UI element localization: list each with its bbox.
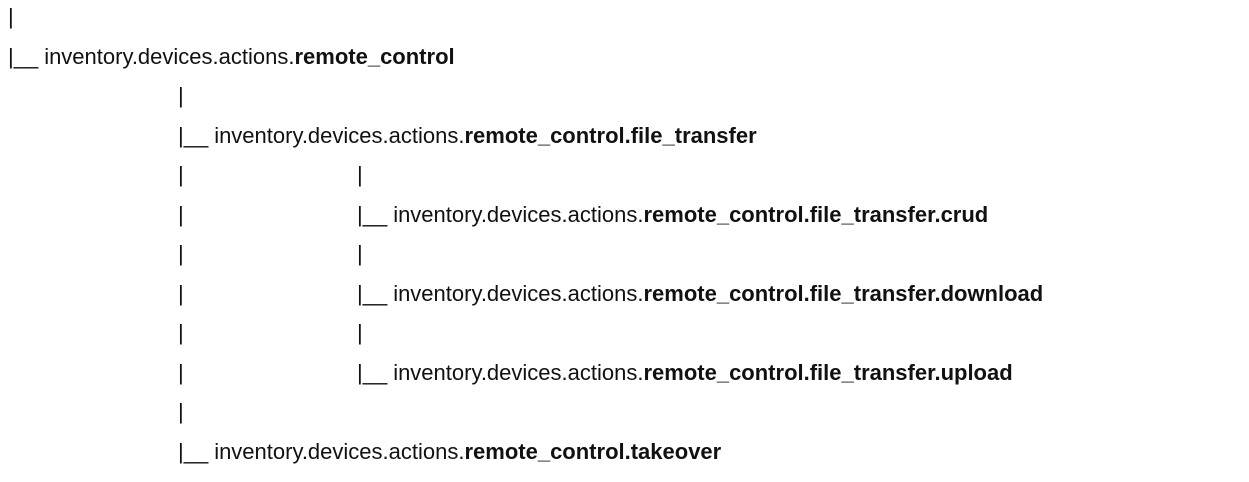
tree-connector-branch: |__ <box>357 280 388 306</box>
tree-connector-branch: |__ <box>357 359 388 385</box>
tree-connector-branch: |__ <box>178 438 209 464</box>
node-name: remote_control.takeover <box>464 438 722 464</box>
node-name: remote_control.file_transfer.crud <box>643 201 989 227</box>
tree-connector-bar: | <box>178 201 184 227</box>
tree-connector-bar: | <box>357 320 363 345</box>
tree-node: |__ inventory.devices.actions.remote_cont… <box>357 202 988 228</box>
tree-connector-bar: | <box>8 4 14 29</box>
tree-connector-bar: | <box>357 241 363 266</box>
tree-node: |__ inventory.devices.actions.remote_cont… <box>178 123 757 149</box>
tree-connector-branch: |__ <box>357 201 388 227</box>
node-prefix: inventory.devices.actions. <box>214 122 465 148</box>
tree-connector-bar: | <box>178 399 184 424</box>
tree-connector-bar: | <box>178 162 184 187</box>
node-name: remote_control.file_transfer.download <box>643 280 1044 306</box>
tree-connector-bar: | <box>178 320 184 345</box>
node-prefix: inventory.devices.actions. <box>393 359 644 385</box>
node-prefix: inventory.devices.actions. <box>393 280 644 306</box>
tree-node: |__ inventory.devices.actions.remote_cont… <box>357 360 1013 386</box>
node-prefix: inventory.devices.actions. <box>44 43 295 69</box>
node-name: remote_control.file_transfer.upload <box>643 359 1013 385</box>
tree-node: |__ inventory.devices.actions.remote_cont… <box>357 281 1043 307</box>
tree-connector-bar: | <box>178 280 184 306</box>
tree-node: |__ inventory.devices.actions.remote_cont… <box>8 44 455 70</box>
tree-connector-bar: | <box>178 83 184 108</box>
node-prefix: inventory.devices.actions. <box>393 201 644 227</box>
tree-connector-bar: | <box>357 162 363 187</box>
tree-connector-bar: | <box>178 241 184 266</box>
tree-connector-branch: |__ <box>178 122 209 148</box>
tree-connector-bar: | <box>178 359 184 385</box>
node-name: remote_control <box>294 43 455 69</box>
node-name: remote_control.file_transfer <box>464 122 757 148</box>
permission-tree: | |__ inventory.devices.actions.remote_con… <box>0 0 1249 482</box>
tree-node: |__ inventory.devices.actions.remote_cont… <box>178 439 721 465</box>
tree-connector-branch: |__ <box>8 43 39 69</box>
node-prefix: inventory.devices.actions. <box>214 438 465 464</box>
